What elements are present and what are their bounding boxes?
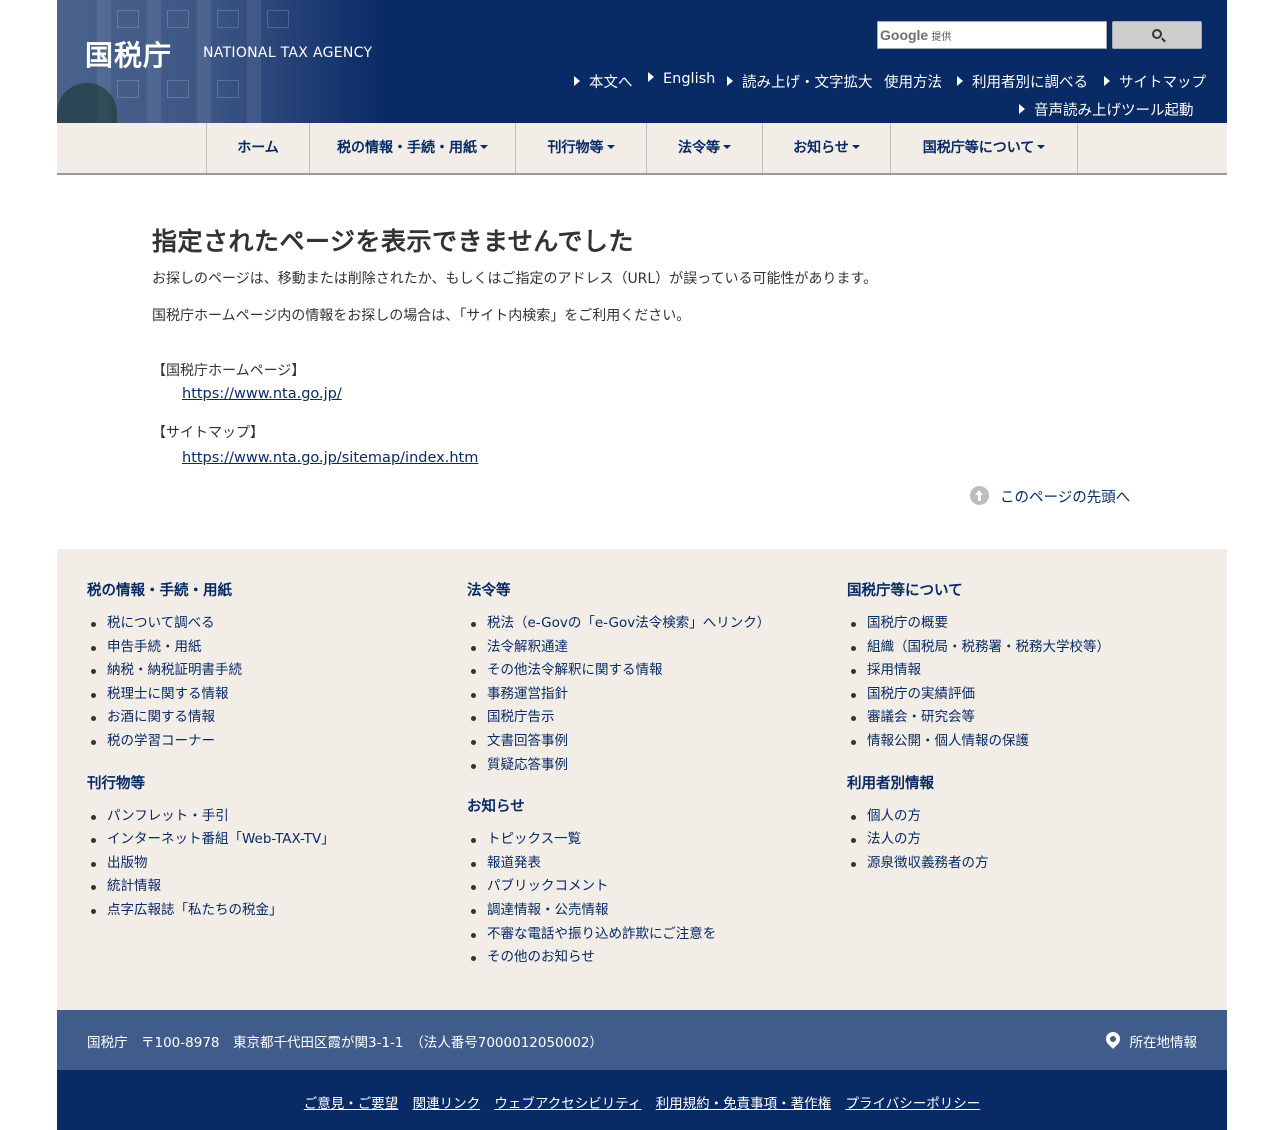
footer-link[interactable]: 調達情報・公売情報 — [467, 899, 827, 923]
sitemap-link[interactable]: https://www.nta.go.jp/sitemap/index.htm — [182, 450, 478, 466]
search-guidance: 国税庁ホームページ内の情報をお探しの場合は、「サイト内検索」をご利用ください。 — [152, 308, 691, 324]
google-label: Google — [880, 27, 929, 43]
nav-about[interactable]: 国税庁等について — [890, 123, 1077, 173]
provided-label: 提供 — [931, 32, 952, 43]
footer-link[interactable]: 出版物 — [87, 852, 447, 876]
util-link-english[interactable]: English — [648, 71, 715, 87]
global-nav: ホーム 税の情報・手続・用紙 刊行物等 法令等 お知らせ 国税庁等について — [57, 123, 1227, 175]
sitemap-label: 【サイトマップ】 — [152, 425, 264, 441]
footer-link[interactable]: 源泉徴収義務者の方 — [847, 852, 1207, 876]
footer-link-accessibility[interactable]: ウェブアクセシビリティ — [494, 1096, 641, 1112]
footer-link[interactable]: 納税・納税証明書手続 — [87, 659, 447, 683]
nav-notices[interactable]: お知らせ — [762, 123, 890, 173]
location-info-link[interactable]: 所在地情報 — [1102, 1029, 1197, 1051]
footer-link[interactable]: 法人の方 — [847, 828, 1207, 852]
footer-link[interactable]: お酒に関する情報 — [87, 706, 447, 730]
footer-heading[interactable]: 税の情報・手続・用紙 — [87, 579, 447, 602]
footer-link[interactable]: 個人の方 — [847, 805, 1207, 829]
nav-laws[interactable]: 法令等 — [646, 123, 762, 173]
nav-tax-info[interactable]: 税の情報・手続・用紙 — [309, 123, 515, 173]
home-label: 【国税庁ホームページ】 — [152, 363, 306, 379]
caret-down-icon — [1037, 145, 1046, 149]
footer-link[interactable]: 審議会・研究会等 — [847, 706, 1207, 730]
site-logo[interactable]: 国税庁 — [85, 34, 172, 74]
footer-link[interactable]: 点字広報誌「私たちの税金」 — [87, 899, 447, 923]
address-bar: 国税庁 〒100-8978 東京都千代田区霞が関3-1-1 （法人番号70000… — [57, 1010, 1227, 1070]
util-link-sitemap[interactable]: サイトマップ — [1104, 71, 1206, 92]
caret-down-icon — [480, 145, 488, 149]
footer-heading[interactable]: 刊行物等 — [87, 772, 447, 795]
page-title: 指定されたページを表示できませんでした — [152, 227, 635, 256]
footer-link[interactable]: 組織（国税局・税務署・税務大学校等） — [847, 636, 1207, 660]
util-link-usage[interactable]: 使用方法 — [884, 71, 942, 92]
util-link-readaloud[interactable]: 読み上げ・文字拡大 — [727, 71, 873, 92]
home-link[interactable]: https://www.nta.go.jp/ — [182, 386, 342, 402]
caret-down-icon — [723, 145, 731, 149]
footer-heading[interactable]: お知らせ — [467, 795, 827, 818]
error-message: お探しのページは、移動または削除されたか、もしくはご指定のアドレス（URL）が誤… — [152, 271, 878, 287]
nav-home[interactable]: ホーム — [206, 123, 309, 173]
footer-link[interactable]: トピックス一覧 — [467, 828, 827, 852]
footer-link[interactable]: 税法（e-Govの「e-Gov法令検索」へリンク） — [467, 612, 827, 636]
footer-link[interactable]: パブリックコメント — [467, 875, 827, 899]
agency-address: 国税庁 〒100-8978 東京都千代田区霞が関3-1-1 （法人番号70000… — [87, 1035, 603, 1051]
footer-heading[interactable]: 法令等 — [467, 579, 827, 602]
triangle-right-icon — [957, 76, 963, 86]
footer-link-related[interactable]: 関連リンク — [413, 1096, 481, 1112]
footer-link[interactable]: その他のお知らせ — [467, 946, 827, 970]
triangle-right-icon — [1019, 104, 1025, 114]
footer-link[interactable]: 事務運営指針 — [467, 683, 827, 707]
footer-link[interactable]: パンフレット・手引 — [87, 805, 447, 829]
triangle-right-icon — [574, 76, 580, 86]
footer-link[interactable]: 国税庁告示 — [467, 706, 827, 730]
main-content: 指定されたページを表示できませんでした お探しのページは、移動または削除されたか… — [152, 222, 1142, 466]
footer-link[interactable]: 税の学習コーナー — [87, 730, 447, 754]
site-logo-english: NATIONAL TAX AGENCY — [203, 45, 373, 61]
footer-link[interactable]: 不審な電話や振り込め詐欺にご注意を — [467, 923, 827, 947]
footer-link[interactable]: 法令解釈通達 — [467, 636, 827, 660]
arrow-up-icon — [970, 486, 989, 505]
footer-link[interactable]: 統計情報 — [87, 875, 447, 899]
nav-publications[interactable]: 刊行物等 — [515, 123, 646, 173]
footer-column-2: 法令等 税法（e-Govの「e-Gov法令検索」へリンク） 法令解釈通達 その他… — [467, 579, 827, 988]
search-button[interactable] — [1112, 21, 1202, 49]
footer-link[interactable]: その他法令解釈に関する情報 — [467, 659, 827, 683]
footer-link[interactable]: 報道発表 — [467, 852, 827, 876]
bottom-bar: ご意見・ご要望 関連リンク ウェブアクセシビリティ 利用規約・免責事項・著作権 … — [57, 1070, 1227, 1130]
footer-heading[interactable]: 国税庁等について — [847, 579, 1207, 602]
triangle-right-icon — [648, 72, 654, 82]
search-icon — [1152, 29, 1162, 39]
search-input[interactable]: Google 提供 — [877, 21, 1107, 49]
footer-link-terms[interactable]: 利用規約・免責事項・著作権 — [656, 1096, 832, 1112]
map-pin-icon — [1102, 1029, 1123, 1049]
footer-link[interactable]: 文書回答事例 — [467, 730, 827, 754]
util-link-main-content[interactable]: 本文へ — [574, 71, 633, 92]
caret-down-icon — [851, 145, 860, 149]
caret-down-icon — [606, 145, 615, 149]
footer-link[interactable]: 税について調べる — [87, 612, 447, 636]
util-link-by-user[interactable]: 利用者別に調べる — [957, 71, 1088, 92]
site-header: 国税庁 NATIONAL TAX AGENCY Google 提供 本文へ En… — [57, 0, 1227, 123]
triangle-right-icon — [1104, 76, 1110, 86]
footer-link[interactable]: 国税庁の実績評価 — [847, 683, 1207, 707]
footer-link-privacy[interactable]: プライバシーポリシー — [845, 1096, 980, 1112]
footer-column-3: 国税庁等について 国税庁の概要 組織（国税局・税務署・税務大学校等） 採用情報 … — [847, 579, 1207, 893]
footer-column-1: 税の情報・手続・用紙 税について調べる 申告手続・用紙 納税・納税証明書手続 税… — [87, 579, 447, 941]
footer-heading[interactable]: 利用者別情報 — [847, 772, 1207, 795]
footer-link[interactable]: 情報公開・個人情報の保護 — [847, 730, 1207, 754]
footer-link[interactable]: 質疑応答事例 — [467, 754, 827, 778]
util-link-voice-tool[interactable]: 音声読み上げツール起動 — [1019, 99, 1194, 120]
triangle-right-icon — [727, 76, 733, 86]
footer-sitemap: 税の情報・手続・用紙 税について調べる 申告手続・用紙 納税・納税証明書手続 税… — [57, 549, 1227, 1010]
footer-link[interactable]: 申告手続・用紙 — [87, 636, 447, 660]
footer-link[interactable]: 税理士に関する情報 — [87, 683, 447, 707]
footer-link-feedback[interactable]: ご意見・ご要望 — [304, 1096, 399, 1112]
footer-link[interactable]: 国税庁の概要 — [847, 612, 1207, 636]
footer-link[interactable]: 採用情報 — [847, 659, 1207, 683]
footer-link[interactable]: インターネット番組「Web-TAX-TV」 — [87, 828, 447, 852]
